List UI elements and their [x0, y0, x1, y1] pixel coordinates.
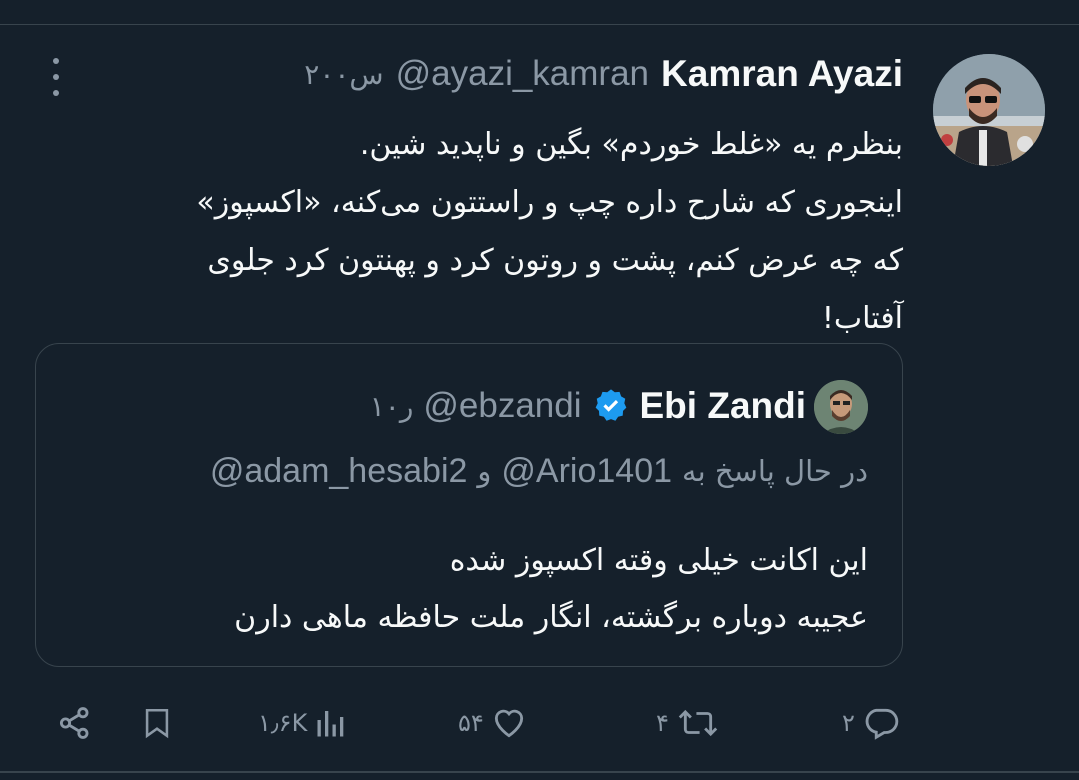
author-avatar[interactable] — [933, 54, 1045, 166]
top-divider — [0, 24, 1079, 25]
retweet-icon — [678, 709, 718, 737]
replying-to-label: در حال پاسخ به — [682, 454, 868, 488]
quoted-author-avatar — [814, 380, 868, 434]
quoted-tweet-text: این اکانت خیلی وقته اکسپوز شده عجیبه دوب… — [68, 532, 868, 646]
quoted-author-handle[interactable]: @ebzandi — [423, 386, 581, 426]
tweet-line: اینجوری که شارح داره چپ و راستتون می‌کنه… — [196, 185, 903, 220]
verified-badge-icon — [595, 389, 626, 421]
reply-button[interactable]: ۲ — [842, 695, 901, 751]
quoted-author-name[interactable]: Ebi Zandi — [640, 385, 807, 427]
tweet-line: که چه عرض کنم، پشت و روتون کرد و پهنتون … — [207, 243, 903, 278]
quoted-line: این اکانت خیلی وقته اکسپوز شده — [449, 543, 868, 578]
bookmark-button[interactable] — [140, 695, 174, 751]
tweet-header: Kamran Ayazi @ayazi_kamran ۲۰۰س — [304, 52, 903, 96]
quoted-tweet-header: Ebi Zandi @ebzandi ۱۰ر — [370, 380, 806, 432]
author-handle[interactable]: @ayazi_kamran — [396, 54, 649, 94]
quoted-tweet-time[interactable]: ۱۰ر — [370, 390, 414, 423]
replying-to-handle-2[interactable]: @adam_hesabi2 — [210, 452, 468, 491]
retweets-count: ۴ — [656, 709, 669, 737]
like-button[interactable]: ۵۴ — [458, 695, 528, 751]
replying-to-joiner: و — [477, 454, 492, 488]
tweet-line: بنظرم یه «غلط خوردم» بگین و ناپدید شین. — [359, 127, 903, 162]
quoted-tweet-card[interactable]: Ebi Zandi @ebzandi ۱۰ر در حال پاسخ به @A… — [35, 343, 903, 667]
tweet-text: بنظرم یه «غلط خوردم» بگین و ناپدید شین. … — [63, 116, 903, 348]
retweet-button[interactable]: ۴ — [656, 695, 721, 751]
views-button[interactable]: ۱٫۶K — [258, 695, 349, 751]
tweet-line: آفتاب! — [821, 301, 903, 336]
share-button[interactable] — [56, 695, 94, 751]
tweet-time[interactable]: ۲۰۰س — [304, 58, 383, 91]
author-name[interactable]: Kamran Ayazi — [661, 53, 903, 95]
reply-icon — [865, 708, 899, 740]
replying-to-line: در حال پاسخ به @Ario1401 و @adam_hesabi2 — [210, 446, 868, 496]
views-chart-icon — [317, 711, 344, 737]
quoted-line: عجیبه دوباره برگشته، انگار ملت حافظه ماه… — [234, 600, 868, 635]
bottom-divider — [0, 771, 1079, 773]
views-count: ۱٫۶K — [258, 709, 308, 737]
bookmark-icon — [145, 708, 169, 739]
heart-icon — [494, 709, 523, 738]
replies-count: ۲ — [842, 709, 855, 737]
replying-to-handle-1[interactable]: @Ario1401 — [501, 452, 672, 491]
more-options-icon[interactable] — [42, 58, 70, 96]
share-icon — [59, 707, 89, 739]
likes-count: ۵۴ — [458, 709, 484, 737]
tweet-actions-bar: ۱٫۶K ۵۴ ۴ ۲ — [0, 695, 1079, 751]
